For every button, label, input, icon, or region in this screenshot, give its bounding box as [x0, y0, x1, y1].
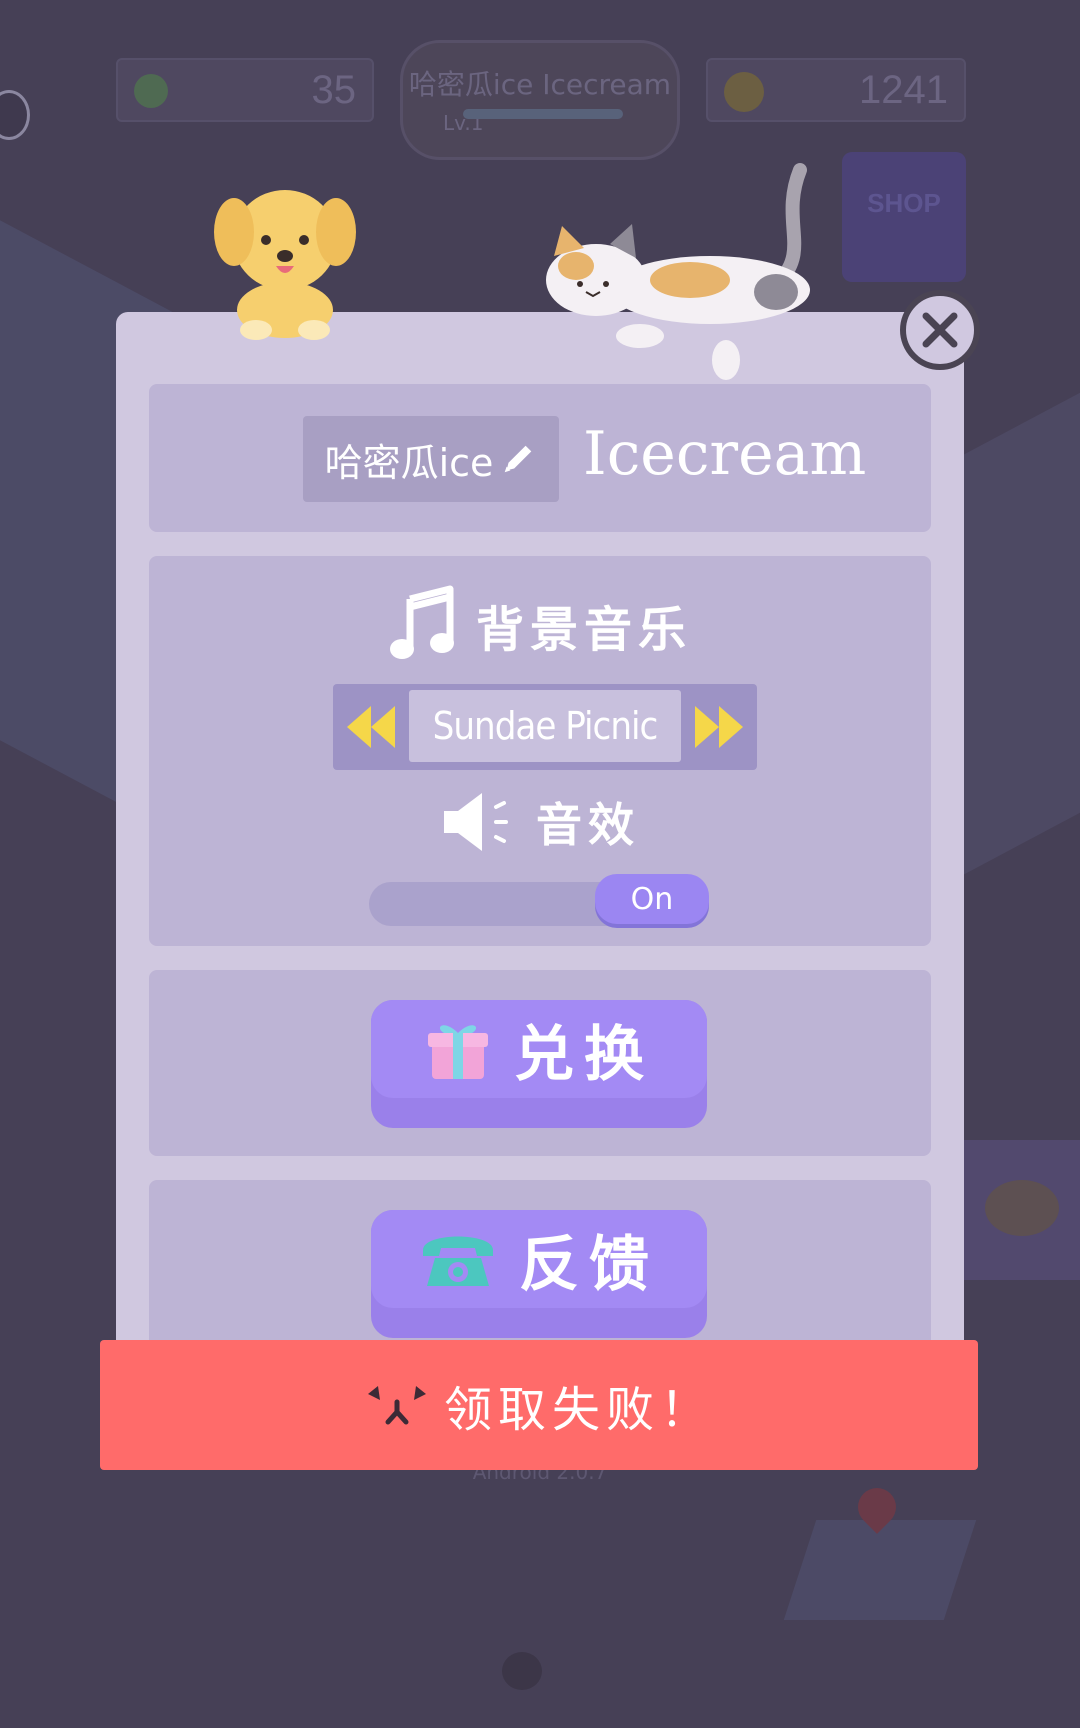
shop-name-banner-text: 哈密瓜ice Icecream [408, 68, 672, 101]
shop-name-section: 哈密瓜ice Icecream [149, 384, 931, 532]
track-selector: Sundae Picnic [333, 684, 757, 770]
fast-forward-icon[interactable] [683, 692, 753, 762]
telephone-icon [423, 1236, 493, 1286]
map-icon [783, 1520, 977, 1620]
music-header: 背景音乐 [149, 580, 931, 670]
redeem-button[interactable]: 兑换 [371, 1000, 707, 1128]
clover-count: 35 [311, 67, 357, 112]
redeem-label: 兑换 [514, 1019, 654, 1090]
diamond-icon [985, 1180, 1059, 1236]
shop-name-field[interactable]: 哈密瓜ice [303, 416, 559, 502]
shop-name-prefix: 哈密瓜ice [324, 440, 494, 485]
music-label: 背景音乐 [475, 602, 692, 658]
redeem-button-face: 兑换 [371, 1000, 707, 1098]
audio-section: 背景音乐 Sundae Picnic 音效 On [149, 556, 931, 946]
sfx-header: 音效 [149, 782, 931, 862]
shop-name-suffix: Icecream [583, 419, 867, 489]
sfx-label: 音效 [536, 798, 640, 852]
feedback-label: 反馈 [519, 1229, 659, 1300]
clover-counter: 35 [116, 58, 374, 122]
settings-dialog: 哈密瓜ice Icecream 背景音乐 Sundae Picnic 音效 On… [116, 312, 964, 1402]
dog-mascot [214, 190, 356, 340]
redeem-section: 兑换 [149, 970, 931, 1156]
coin-counter: 1241 [706, 58, 966, 122]
pencil-icon [505, 445, 532, 473]
close-icon [922, 312, 958, 348]
rewind-icon[interactable] [337, 692, 407, 762]
sad-face-icon [367, 1386, 426, 1425]
shop-button: SHOP [842, 152, 966, 282]
clover-icon [134, 74, 168, 108]
speaker-icon [444, 793, 508, 851]
feedback-button[interactable]: 反馈 [371, 1210, 707, 1338]
gift-icon [428, 1025, 488, 1079]
shop-button-label: SHOP [867, 188, 941, 218]
level-progress-bar [463, 109, 623, 119]
toast-message: 领取失败！ [443, 1382, 714, 1438]
track-name: Sundae Picnic [409, 690, 681, 762]
shop-name-banner: 哈密瓜ice Icecream Lv.1 [400, 40, 680, 160]
feedback-button-face: 反馈 [371, 1210, 707, 1308]
bottom-deco [502, 1652, 542, 1690]
chat-icon [0, 90, 30, 140]
coin-count: 1241 [859, 67, 948, 112]
sfx-toggle[interactable]: On [369, 874, 709, 926]
cat-mascot [546, 163, 810, 380]
coin-icon [724, 72, 764, 112]
music-note-icon [389, 585, 454, 659]
sfx-toggle-knob: On [595, 874, 709, 924]
error-toast: 领取失败！ [100, 1340, 978, 1470]
close-button[interactable] [900, 290, 980, 370]
